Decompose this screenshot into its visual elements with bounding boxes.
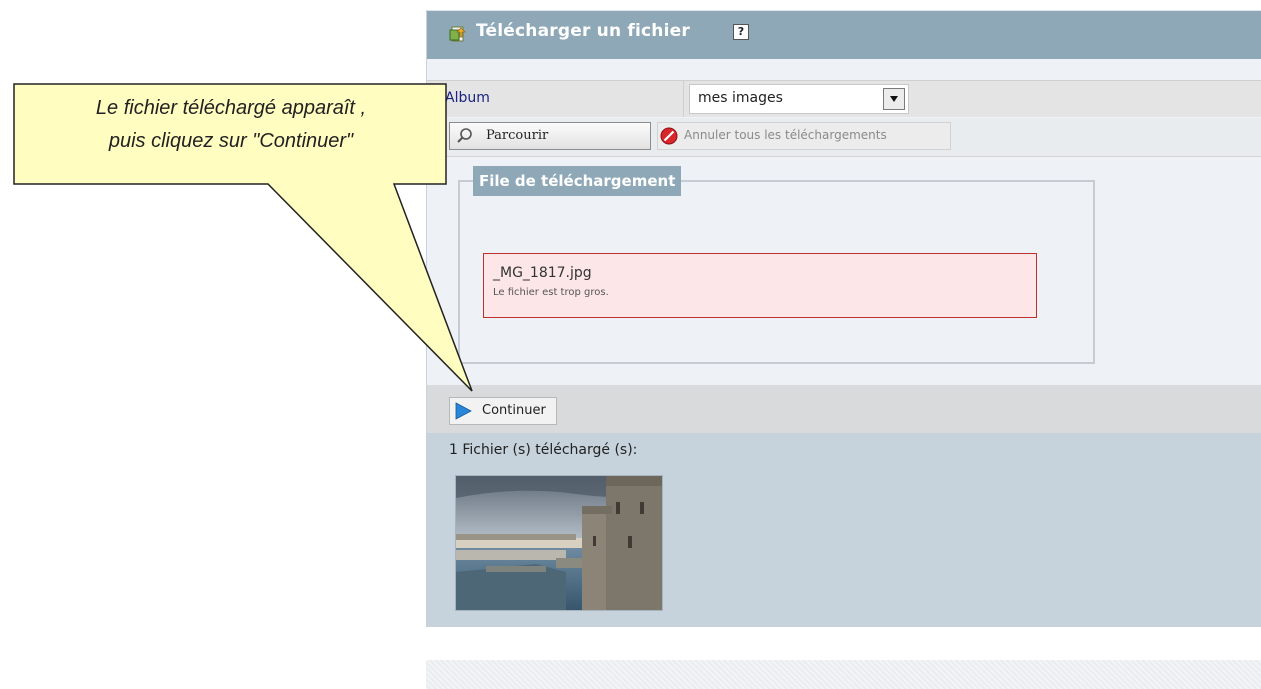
callout-line-2: puis cliquez sur "Continuer" [108,130,354,152]
callout-line-1: Le fichier téléchargé apparaît , [95,97,367,119]
page-root: Télécharger un fichier ? Album mes image… [0,0,1261,689]
callout-text: Le fichier téléchargé apparaît , puis cl… [12,92,450,158]
